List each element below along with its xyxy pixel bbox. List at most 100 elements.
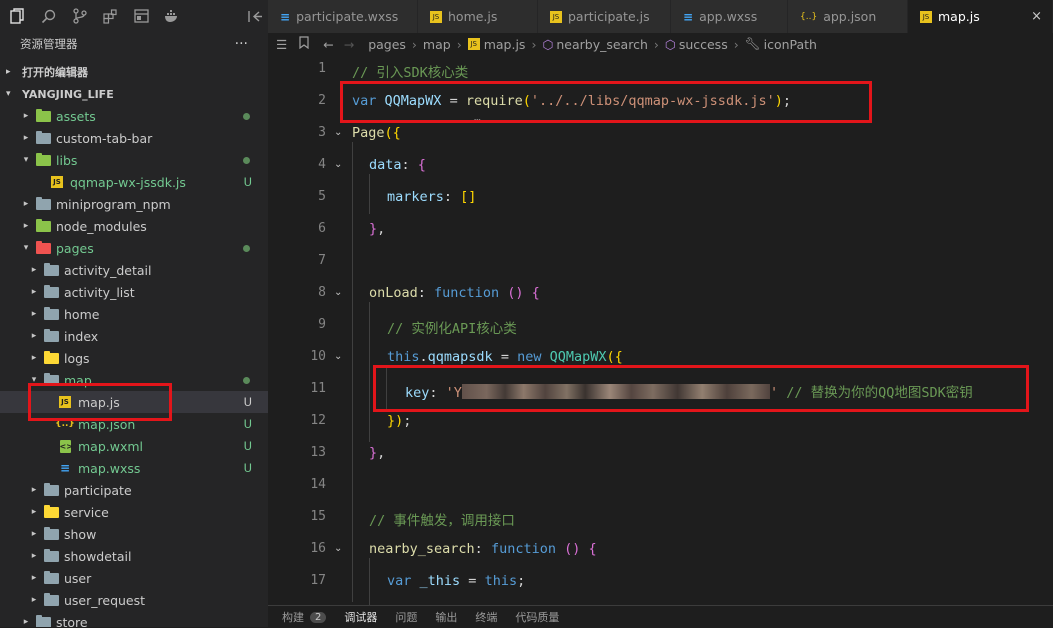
breadcrumb-item-callback[interactable]: success xyxy=(679,37,728,52)
chevron-right-icon: ▸ xyxy=(31,507,37,517)
tree-item-service[interactable]: ▸ service xyxy=(0,501,268,523)
fold-arrow-icon[interactable]: ⌄ xyxy=(334,287,342,298)
folder-icon xyxy=(35,218,51,233)
tree-item-store[interactable]: ▸ store xyxy=(0,611,268,627)
line-number: 10 xyxy=(310,349,326,364)
tab-map-js[interactable]: JS map.js × xyxy=(908,0,1053,33)
collapse-panel-icon[interactable] xyxy=(247,8,263,24)
tab-participate-wxss[interactable]: ≡ participate.wxss xyxy=(268,0,418,33)
cube-icon: ⬡ xyxy=(542,36,554,52)
search-icon[interactable] xyxy=(41,8,57,24)
breadcrumb-item-file[interactable]: map.js xyxy=(484,37,526,52)
chevron-right-icon: › xyxy=(733,36,739,52)
folder-icon xyxy=(43,570,59,585)
docker-icon[interactable] xyxy=(164,8,180,24)
tree-item-activity-list[interactable]: ▸ activity_list xyxy=(0,281,268,303)
close-icon[interactable]: × xyxy=(1031,9,1042,24)
files-icon[interactable] xyxy=(10,8,26,24)
tree-item-libs[interactable]: ▾ libs xyxy=(0,149,268,171)
project-section[interactable]: ▾ YANGJING_LIFE xyxy=(0,83,268,105)
tree-item-user-request[interactable]: ▸ user_request xyxy=(0,589,268,611)
chevron-down-icon: ▾ xyxy=(6,89,11,99)
code-line-5: markers: [] xyxy=(387,189,477,205)
tab-participate-js[interactable]: JS participate.js xyxy=(538,0,671,33)
breadcrumb-item-pages[interactable]: pages xyxy=(368,37,406,52)
panel-tab-debugger[interactable]: 调试器 xyxy=(344,609,377,625)
git-status-badge: U xyxy=(243,395,252,409)
more-actions-button[interactable]: ··· xyxy=(235,36,248,52)
panel-tab-output[interactable]: 输出 xyxy=(435,609,457,625)
chevron-right-icon: ▸ xyxy=(31,353,37,363)
fold-arrow-icon[interactable]: ⌄ xyxy=(334,351,342,362)
folder-icon xyxy=(43,262,59,277)
tree-item-miniprogram-npm[interactable]: ▸ miniprogram_npm xyxy=(0,193,268,215)
panel-tab-problems[interactable]: 问题 xyxy=(395,609,417,625)
tree-item-label: index xyxy=(64,328,99,344)
highlight-box-mapjs xyxy=(28,383,172,421)
breadcrumb-item-map[interactable]: map xyxy=(423,37,451,52)
open-editors-section[interactable]: ▸ 打开的编辑器 xyxy=(0,61,268,83)
chevron-down-icon: ▾ xyxy=(23,155,29,165)
breadcrumb-item-function[interactable]: nearby_search xyxy=(556,37,648,52)
tree-item-pages[interactable]: ▾ pages xyxy=(0,237,268,259)
tree-item-custom-tab-bar[interactable]: ▸ custom-tab-bar xyxy=(0,127,268,149)
git-status-badge: U xyxy=(243,417,252,431)
forward-arrow-icon[interactable]: → xyxy=(344,37,354,52)
line-number: 2 xyxy=(318,93,326,108)
chevron-right-icon: ▸ xyxy=(31,287,37,297)
tree-item-home[interactable]: ▸ home xyxy=(0,303,268,325)
extensions-icon[interactable] xyxy=(102,8,118,24)
tree-item-label: service xyxy=(64,504,109,520)
fold-arrow-icon[interactable]: ⌄ xyxy=(334,543,342,554)
breadcrumb: ☰ ← → pages › map › JS map.js › ⬡ nearby… xyxy=(268,33,1053,55)
tree-item-logs[interactable]: ▸ logs xyxy=(0,347,268,369)
tree-item-map-wxss[interactable]: ≡ map.wxss U xyxy=(0,457,268,479)
tree-item-participate[interactable]: ▸ participate xyxy=(0,479,268,501)
tree-item-showdetail[interactable]: ▸ showdetail xyxy=(0,545,268,567)
tab-app-wxss[interactable]: ≡ app.wxss xyxy=(671,0,788,33)
tree-item-show[interactable]: ▸ show xyxy=(0,523,268,545)
list-icon[interactable]: ☰ xyxy=(276,37,287,52)
source-control-icon[interactable] xyxy=(72,8,88,24)
tree-item-assets[interactable]: ▸ assets xyxy=(0,105,268,127)
tree-item-index[interactable]: ▸ index xyxy=(0,325,268,347)
panel-tab-code-quality[interactable]: 代码质量 xyxy=(515,609,559,625)
modified-dot xyxy=(243,156,250,164)
line-number: 12 xyxy=(310,413,326,428)
code-line-12: }); xyxy=(387,413,412,429)
folder-icon xyxy=(35,108,51,123)
highlight-box-require xyxy=(340,81,872,123)
tab-home-js[interactable]: JS home.js xyxy=(418,0,538,33)
indent-guide xyxy=(369,174,370,214)
tree-item-label: node_modules xyxy=(56,218,147,234)
tree-item-node-modules[interactable]: ▸ node_modules xyxy=(0,215,268,237)
tab-label: home.js xyxy=(448,9,498,24)
folder-icon xyxy=(43,482,59,497)
panel-tab-terminal[interactable]: 终端 xyxy=(475,609,497,625)
tree-item-qqmap-wx-jssdk-js[interactable]: JS qqmap-wx-jssdk.js U xyxy=(0,171,268,193)
fold-arrow-icon[interactable]: ⌄ xyxy=(334,127,342,138)
indent-guide xyxy=(369,558,370,605)
breadcrumb-item-property[interactable]: iconPath xyxy=(764,37,817,52)
window-icon[interactable] xyxy=(133,8,149,24)
chevron-right-icon: ▸ xyxy=(23,221,29,231)
bookmark-icon[interactable] xyxy=(299,36,309,52)
fold-arrow-icon[interactable]: ⌄ xyxy=(334,159,342,170)
folder-icon xyxy=(43,504,59,519)
code-line-6: }, xyxy=(369,221,386,237)
panel-tab-build[interactable]: 构建 xyxy=(282,609,304,625)
chevron-right-icon: ▸ xyxy=(31,595,37,605)
tree-item-map-wxml[interactable]: <> map.wxml U xyxy=(0,435,268,457)
back-arrow-icon[interactable]: ← xyxy=(323,37,333,52)
tree-item-user[interactable]: ▸ user xyxy=(0,567,268,589)
tab-app-json[interactable]: {..} app.json xyxy=(788,0,908,33)
code-line-13: }, xyxy=(369,445,386,461)
code-editor[interactable]: 123456789101112131415161718 ⌄ ⌄ ⌄ ⌄ ⌄ //… xyxy=(268,55,1053,605)
tree-item-label: participate xyxy=(64,482,132,498)
tree-item-label: user_request xyxy=(64,592,146,608)
tree-item-label: map.wxss xyxy=(78,460,141,476)
tree-item-activity-detail[interactable]: ▸ activity_detail xyxy=(0,259,268,281)
highlight-box-key xyxy=(373,365,1029,412)
tree-item-label: miniprogram_npm xyxy=(56,196,171,212)
css-file-icon: ≡ xyxy=(280,9,291,24)
